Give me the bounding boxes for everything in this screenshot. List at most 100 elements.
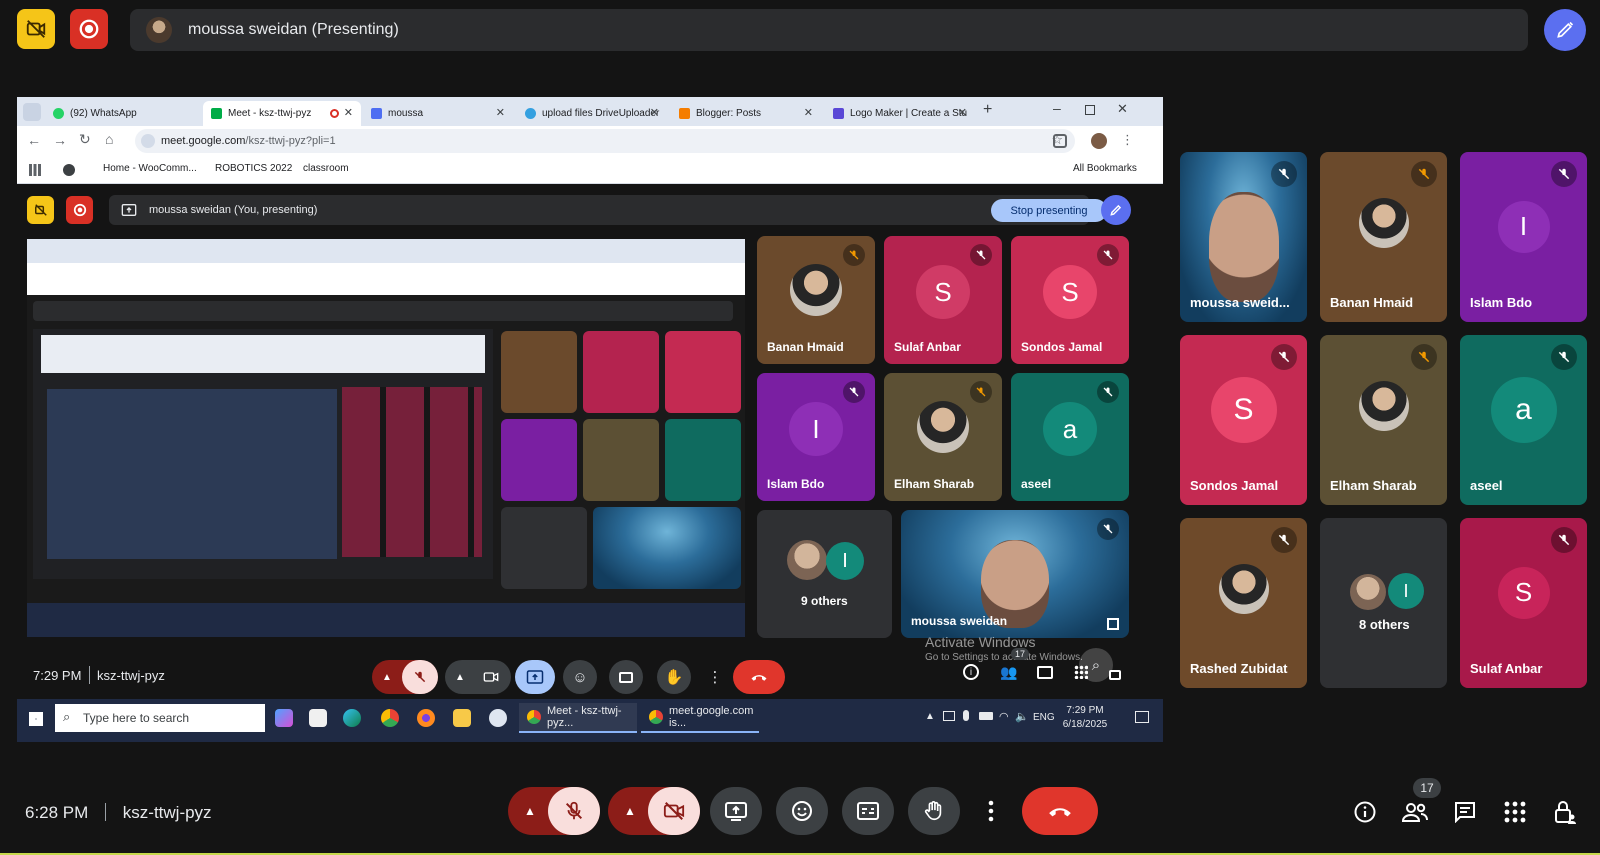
grid-tile-sulaf-anbar[interactable]: S Sulaf Anbar <box>1460 518 1587 688</box>
edge-icon[interactable] <box>343 709 361 727</box>
browser-tab-driveuploader[interactable]: upload files DriveUploader ✕ <box>517 101 667 126</box>
inner-more-options-button[interactable]: ⋮ <box>705 660 725 694</box>
inner-tile-others[interactable]: I 9 others <box>757 510 892 638</box>
emoji-reaction-button[interactable] <box>776 787 828 835</box>
firefox-icon[interactable] <box>417 709 435 727</box>
close-window-icon[interactable]: ✕ <box>1117 101 1128 117</box>
inner-hide-tiles-button[interactable] <box>27 196 54 224</box>
close-icon[interactable]: ✕ <box>804 106 813 119</box>
hide-tiles-button[interactable] <box>17 9 55 49</box>
all-bookmarks[interactable]: All Bookmarks <box>1073 163 1137 174</box>
browser-tab-logomaker[interactable]: Logo Maker | Create a Stu ✕ <box>825 101 975 126</box>
inner-raise-hand-button[interactable]: ✋ <box>657 660 691 694</box>
crop-icon[interactable] <box>1107 618 1119 630</box>
tray-chevron-icon[interactable]: ▲ <box>925 711 935 722</box>
stop-presenting-button[interactable]: Stop presenting <box>991 199 1107 222</box>
browser-tab-whatsapp[interactable]: (92) WhatsApp✕ <box>45 101 220 126</box>
inner-tile-islam-bdo[interactable]: I Islam Bdo <box>757 373 875 501</box>
host-controls-button[interactable] <box>1550 797 1580 827</box>
grid-tile-rashed-zubidat[interactable]: Rashed Zubidat <box>1180 518 1307 688</box>
bookmark-classroom[interactable]: classroom <box>303 163 349 174</box>
inner-info-icon[interactable]: i <box>959 660 983 684</box>
tray-battery-icon[interactable] <box>979 712 993 720</box>
grid-tile-others[interactable]: I 8 others <box>1320 518 1447 688</box>
inner-tile-banan-hmaid[interactable]: Banan Hmaid <box>757 236 875 364</box>
apps-grid-icon[interactable] <box>29 164 41 176</box>
notification-center-icon[interactable] <box>1135 711 1149 723</box>
taskbar-search[interactable]: ⌕ Type here to search <box>55 704 265 732</box>
inner-tile-moussa-sweidan[interactable]: moussa sweidan <box>901 510 1129 638</box>
grid-tile-islam-bdo[interactable]: I Islam Bdo <box>1460 152 1587 322</box>
app-icon[interactable] <box>489 709 507 727</box>
close-icon[interactable]: ✕ <box>344 106 353 119</box>
leave-call-button[interactable] <box>1022 787 1098 835</box>
maximize-icon[interactable] <box>1085 105 1095 115</box>
inner-tile-sulaf-anbar[interactable]: S Sulaf Anbar <box>884 236 1002 364</box>
inner-captions-button[interactable] <box>609 660 643 694</box>
close-icon[interactable]: ✕ <box>650 106 659 119</box>
new-tab-icon[interactable]: + <box>983 101 992 119</box>
chrome-icon[interactable] <box>381 709 399 727</box>
address-bar[interactable]: meet.google.com/ksz-ttwj-pyz?pli=1 ☆ <box>135 129 1075 153</box>
tray-wifi-icon[interactable]: ◠ <box>999 710 1009 723</box>
tray-mic-icon[interactable] <box>963 710 969 721</box>
inner-tile-sondos-jamal[interactable]: S Sondos Jamal <box>1011 236 1129 364</box>
minimize-icon[interactable]: – <box>1053 100 1061 116</box>
mic-off-icon <box>1271 527 1297 553</box>
copilot-icon[interactable] <box>275 709 293 727</box>
inner-tile-aseel[interactable]: a aseel <box>1011 373 1129 501</box>
annotate-button[interactable] <box>1544 9 1586 51</box>
profile-avatar[interactable] <box>1091 133 1107 149</box>
extensions-icon[interactable] <box>1053 134 1067 148</box>
bookmark-woocommerce[interactable]: Home - WooComm... <box>87 163 197 174</box>
forward-icon[interactable]: → <box>53 132 67 148</box>
grid-tile-elham-sharab[interactable]: Elham Sharab <box>1320 335 1447 505</box>
camera-toggle[interactable]: ▲ <box>608 787 700 835</box>
tab-search-button[interactable] <box>23 103 41 121</box>
windows-start-icon[interactable] <box>29 712 43 726</box>
notes-icon[interactable] <box>453 709 471 727</box>
taskbar-meet-window[interactable]: Meet - ksz-ttwj-pyz... <box>519 703 637 733</box>
inner-annotate-button[interactable] <box>1101 195 1131 225</box>
grid-tile-banan-hmaid[interactable]: Banan Hmaid <box>1320 152 1447 322</box>
grid-tile-sondos-jamal[interactable]: S Sondos Jamal <box>1180 335 1307 505</box>
browser-menu-icon[interactable]: ⋮ <box>1121 132 1134 148</box>
chat-button[interactable] <box>1450 797 1480 827</box>
inner-tile-elham-sharab[interactable]: Elham Sharab <box>884 373 1002 501</box>
home-icon[interactable]: ⌂ <box>105 131 113 147</box>
browser-tab-meet[interactable]: Meet - ksz-ttwj-pyz ✕ <box>203 101 361 126</box>
taskbar-meet-notification[interactable]: meet.google.com is... <box>641 703 759 733</box>
inner-people-icon[interactable]: 👥 <box>997 660 1021 684</box>
people-button[interactable] <box>1400 797 1430 827</box>
inner-present-button[interactable] <box>515 660 555 694</box>
reload-icon[interactable]: ↻ <box>79 131 91 148</box>
captions-button[interactable] <box>842 787 894 835</box>
inner-mic-toggle[interactable]: ▲ <box>372 660 438 694</box>
back-icon[interactable]: ← <box>27 132 41 148</box>
inner-camera-toggle[interactable]: ▲ <box>445 660 511 694</box>
tray-clock[interactable]: 7:29 PM 6/18/2025 <box>1057 705 1113 730</box>
mic-toggle[interactable]: ▲ <box>508 787 600 835</box>
inner-emoji-button[interactable]: ☺ <box>563 660 597 694</box>
browser-tab-blogger[interactable]: Blogger: Posts ✕ <box>671 101 821 126</box>
inner-chat-icon[interactable] <box>1033 660 1057 684</box>
tray-network-icon[interactable] <box>943 711 955 721</box>
close-icon[interactable]: ✕ <box>958 106 967 119</box>
bookmark-robotics[interactable]: ROBOTICS 2022 <box>215 163 292 174</box>
raise-hand-button[interactable] <box>908 787 960 835</box>
present-now-button[interactable] <box>710 787 762 835</box>
store-icon[interactable] <box>309 709 327 727</box>
recording-button[interactable] <box>70 9 108 49</box>
tray-language[interactable]: ENG <box>1033 712 1055 723</box>
more-options-button[interactable] <box>974 787 1008 835</box>
close-icon[interactable]: ✕ <box>496 106 505 119</box>
zoom-in-icon[interactable]: ⌕ <box>1079 648 1113 682</box>
inner-leave-call-button[interactable] <box>733 660 785 694</box>
meeting-details-button[interactable] <box>1350 797 1380 827</box>
grid-tile-aseel[interactable]: a aseel <box>1460 335 1587 505</box>
activities-button[interactable] <box>1500 797 1530 827</box>
tray-volume-icon[interactable]: 🔈 <box>1015 710 1029 723</box>
grid-tile-moussa-sweidan[interactable]: moussa sweid... <box>1180 152 1307 322</box>
inner-record-button[interactable] <box>66 196 93 224</box>
browser-tab-moussa[interactable]: moussa ✕ <box>363 101 513 126</box>
